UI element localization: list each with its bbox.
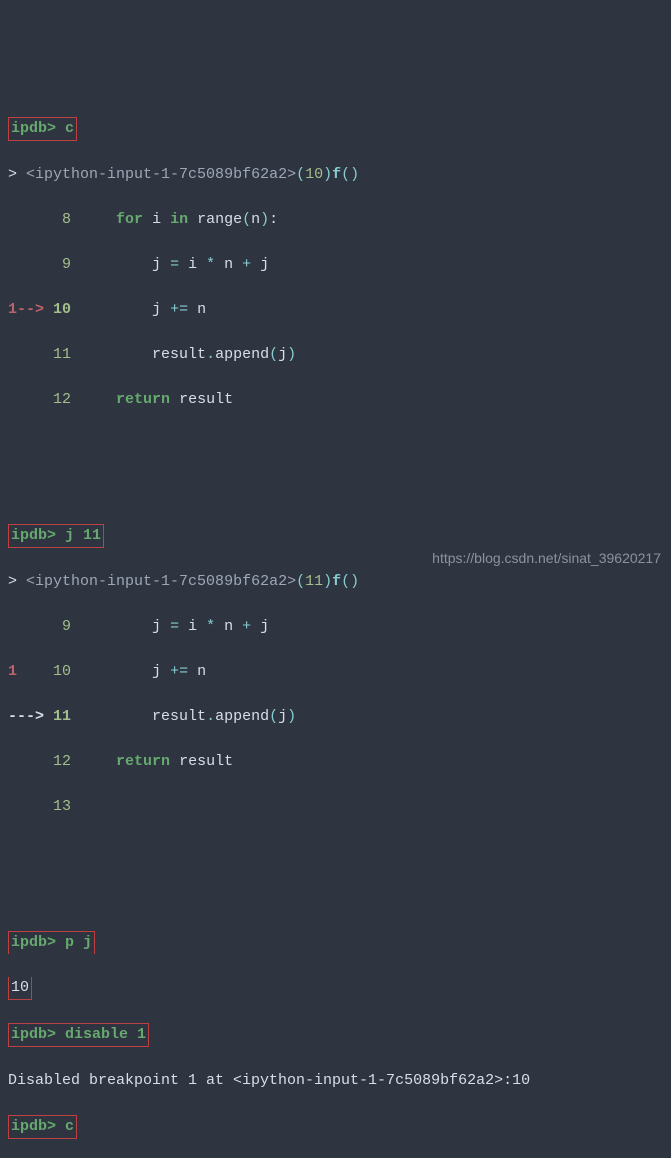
code-line: 12 return result (8, 751, 663, 774)
ipdb-prompt[interactable]: ipdb> j 11 (8, 524, 104, 549)
prompt-line-c2: ipdb> c (8, 1115, 663, 1140)
prompt-line-disable: ipdb> disable 1 (8, 1023, 663, 1048)
code-line: 11 result.append(j) (8, 344, 663, 367)
blank-line (8, 434, 663, 457)
frame-line-2: > <ipython-input-1-7c5089bf62a2>(11)f() (8, 571, 663, 594)
ipdb-prompt[interactable]: ipdb> c (8, 1115, 77, 1140)
frame-line-1: > <ipython-input-1-7c5089bf62a2>(10)f() (8, 164, 663, 187)
code-line: 8 for i in range(n): (8, 209, 663, 232)
output-line: Disabled breakpoint 1 at <ipython-input-… (8, 1070, 663, 1093)
ipdb-prompt[interactable]: ipdb> disable 1 (8, 1023, 149, 1048)
code-line-current: 1--> 10 j += n (8, 299, 663, 322)
code-line-current: ---> 11 result.append(j) (8, 706, 663, 729)
prompt-line-pj: ipdb> p j (8, 931, 663, 955)
code-line: 13 (8, 796, 663, 819)
code-line: 9 j = i * n + j (8, 616, 663, 639)
code-line-bp: 1 10 j += n (8, 661, 663, 684)
watermark: https://blog.csdn.net/sinat_39620217 (432, 548, 661, 569)
ipdb-prompt[interactable]: ipdb> p j (8, 931, 95, 955)
code-line: 9 j = i * n + j (8, 254, 663, 277)
prompt-line-j11: ipdb> j 11 (8, 524, 663, 549)
blank-line (8, 841, 663, 864)
output-line: 10 (8, 977, 663, 1001)
ipdb-prompt[interactable]: ipdb> c (8, 117, 77, 142)
prompt-line-c1: ipdb> c (8, 117, 663, 142)
code-line: 12 return result (8, 389, 663, 412)
